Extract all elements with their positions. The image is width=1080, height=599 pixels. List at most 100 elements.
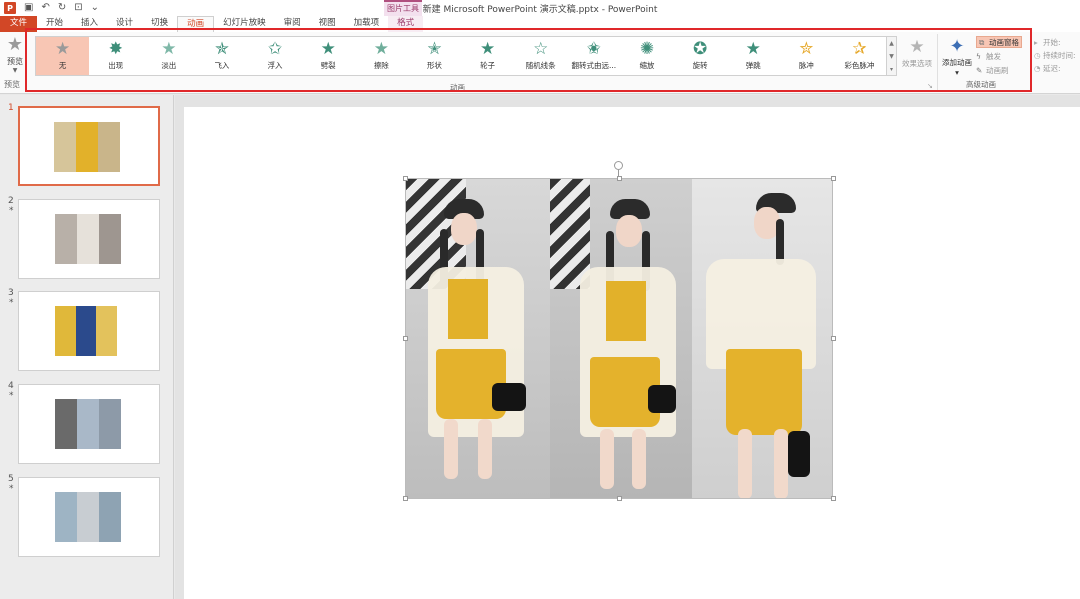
tab-home[interactable]: 开始	[37, 16, 72, 32]
animation-zoom[interactable]: ✺ 缩放	[620, 37, 673, 75]
animation-pulse[interactable]: ✮ 脉冲	[780, 37, 833, 75]
animation-fade[interactable]: ★ 淡出	[142, 37, 195, 75]
star-spin-icon: ✪	[692, 39, 708, 59]
advanced-animation-group: ✦ 添加动画 ▾ ⧉ 动画窗格 ϟ 触发 ✎ 动画刷 高级动画	[937, 34, 1029, 90]
star-split-icon: ★	[320, 39, 336, 59]
selected-picture[interactable]	[405, 178, 833, 499]
tab-slideshow[interactable]: 幻灯片放映	[214, 16, 275, 32]
timing-duration[interactable]: ◷ 持续时间:	[1034, 49, 1080, 62]
star-fly-icon: ✯	[214, 39, 230, 59]
tab-format[interactable]: 格式	[388, 16, 424, 32]
star-fade-icon: ★	[161, 39, 177, 59]
star-pulse-icon: ✮	[799, 39, 814, 59]
animation-random-bars[interactable]: ☆ 随机线条	[514, 37, 567, 75]
resize-handle-s[interactable]	[617, 496, 622, 501]
animation-float-in[interactable]: ✩ 浮入	[249, 37, 302, 75]
clock-icon: ◷	[1034, 51, 1041, 60]
slide-preview	[18, 106, 160, 186]
animation-grow-turn[interactable]: ✬ 翻转式由远...	[567, 37, 620, 75]
timing-start[interactable]: ▸ 开始:	[1034, 36, 1080, 49]
star-wheel-icon: ★	[479, 39, 496, 59]
add-animation-button[interactable]: ✦ 添加动画 ▾	[940, 36, 974, 78]
thumbnail-photo	[55, 492, 121, 542]
advanced-animation-label: 高级动画	[966, 80, 996, 89]
animation-none[interactable]: ★ 无	[36, 37, 90, 75]
star-zoom-icon: ✺	[639, 39, 655, 59]
animation-group-label: 动画	[450, 83, 465, 92]
gallery-more-icon[interactable]: ▾	[887, 63, 896, 76]
thumbnail-photo	[54, 122, 120, 172]
play-icon: ▸	[1034, 38, 1038, 47]
picture-tools-context: 图片工具	[384, 0, 422, 16]
star-shape-icon: ✭	[427, 39, 442, 59]
tab-animations[interactable]: 动画	[177, 16, 215, 32]
animation-painter-button[interactable]: ✎ 动画刷	[976, 65, 1009, 77]
resize-handle-e[interactable]	[831, 336, 836, 341]
animation-wipe[interactable]: ★ 擦除	[355, 37, 408, 75]
tab-addins[interactable]: 加载项	[345, 16, 389, 32]
thumbnail-photo	[55, 214, 121, 264]
tab-transitions[interactable]: 切换	[142, 16, 177, 32]
thumbnail-photo	[55, 306, 118, 356]
effect-options-icon: ★	[909, 37, 925, 57]
star-gray-icon: ★	[54, 39, 71, 59]
black-handbag	[648, 385, 676, 413]
timing-group: ▸ 开始: ◷ 持续时间: ◔ 延迟:	[1034, 36, 1080, 80]
title-bar: P ▣ ↶ ↻ ⊡ ⌄ 新建 Microsoft PowerPoint 演示文稿…	[0, 0, 1080, 16]
animation-swivel[interactable]: ✪ 旋转	[674, 37, 727, 75]
animation-color-pulse[interactable]: ✰ 彩色脉冲	[833, 37, 886, 75]
slide-thumbnail-5[interactable]: 5 *	[0, 474, 174, 557]
star-lines-icon: ☆	[533, 39, 549, 59]
slide-preview	[18, 384, 160, 464]
animation-gallery: ★ 无 ✸ 出现 ★ 淡出 ✯ 飞入 ✩ 浮入 ★ 劈裂 ★ 擦除 ✭ 形状 ★ 轮子 ☆ 随机线条…	[35, 36, 887, 76]
resize-handle-sw[interactable]	[403, 496, 408, 501]
resize-handle-n[interactable]	[617, 176, 622, 181]
animation-marker: *	[9, 206, 14, 216]
star-bounce-icon: ★	[745, 39, 761, 59]
gallery-scrollbar[interactable]: ▲ ▼ ▾	[887, 36, 897, 76]
animation-shape[interactable]: ✭ 形状	[408, 37, 461, 75]
star-burst-icon: ✸	[108, 39, 123, 59]
animation-bounce[interactable]: ★ 弹跳	[727, 37, 780, 75]
timing-delay[interactable]: ◔ 延迟:	[1034, 62, 1080, 75]
delay-icon: ◔	[1034, 64, 1041, 73]
rotate-handle[interactable]	[614, 161, 623, 170]
tab-review[interactable]: 审阅	[275, 16, 310, 32]
scroll-down-icon[interactable]: ▼	[887, 50, 896, 63]
black-handbag	[788, 431, 810, 477]
animation-split[interactable]: ★ 劈裂	[302, 37, 355, 75]
slide-thumbnail-3[interactable]: 3 *	[0, 288, 174, 371]
slide-preview	[18, 291, 160, 371]
animation-fly-in[interactable]: ✯ 飞入	[195, 37, 248, 75]
trigger-button[interactable]: ϟ 触发	[976, 51, 1001, 63]
thumbnail-photo	[55, 399, 121, 449]
powerpoint-window: P ▣ ↶ ↻ ⊡ ⌄ 新建 Microsoft PowerPoint 演示文稿…	[0, 0, 1080, 599]
tab-view[interactable]: 视图	[310, 16, 345, 32]
slide-thumbnail-pane: 1 2 * 3 * 4 * 5 *	[0, 95, 174, 599]
slide-thumbnail-4[interactable]: 4 *	[0, 381, 174, 464]
resize-handle-nw[interactable]	[403, 176, 408, 181]
slide-preview	[18, 199, 160, 279]
slide-thumbnail-2[interactable]: 2 *	[0, 196, 174, 279]
animation-pane-icon: ⧉	[979, 38, 985, 47]
star-wipe-icon: ★	[373, 39, 389, 59]
slide-thumbnail-1[interactable]: 1	[0, 103, 174, 186]
brush-icon: ✎	[976, 66, 983, 75]
scroll-up-icon[interactable]: ▲	[887, 37, 896, 50]
star-color-pulse-icon: ✰	[852, 39, 867, 59]
resize-handle-w[interactable]	[403, 336, 408, 341]
tab-insert[interactable]: 插入	[72, 16, 107, 32]
tab-design[interactable]: 设计	[107, 16, 142, 32]
animation-appear[interactable]: ✸ 出现	[89, 37, 142, 75]
slide-preview	[18, 477, 160, 557]
resize-handle-se[interactable]	[831, 496, 836, 501]
animation-wheel[interactable]: ★ 轮子	[461, 37, 514, 75]
tab-file[interactable]: 文件	[0, 16, 38, 32]
resize-handle-ne[interactable]	[831, 176, 836, 181]
effect-options-button[interactable]: ★ 效果选项	[899, 36, 935, 80]
preview-button[interactable]: ★ 预览 ▼	[0, 34, 30, 92]
dialog-launcher-icon[interactable]: ↘	[927, 82, 933, 90]
animation-marker: *	[9, 391, 14, 401]
photo-panel-left	[406, 179, 550, 498]
animation-pane-button[interactable]: ⧉ 动画窗格	[976, 36, 1022, 48]
